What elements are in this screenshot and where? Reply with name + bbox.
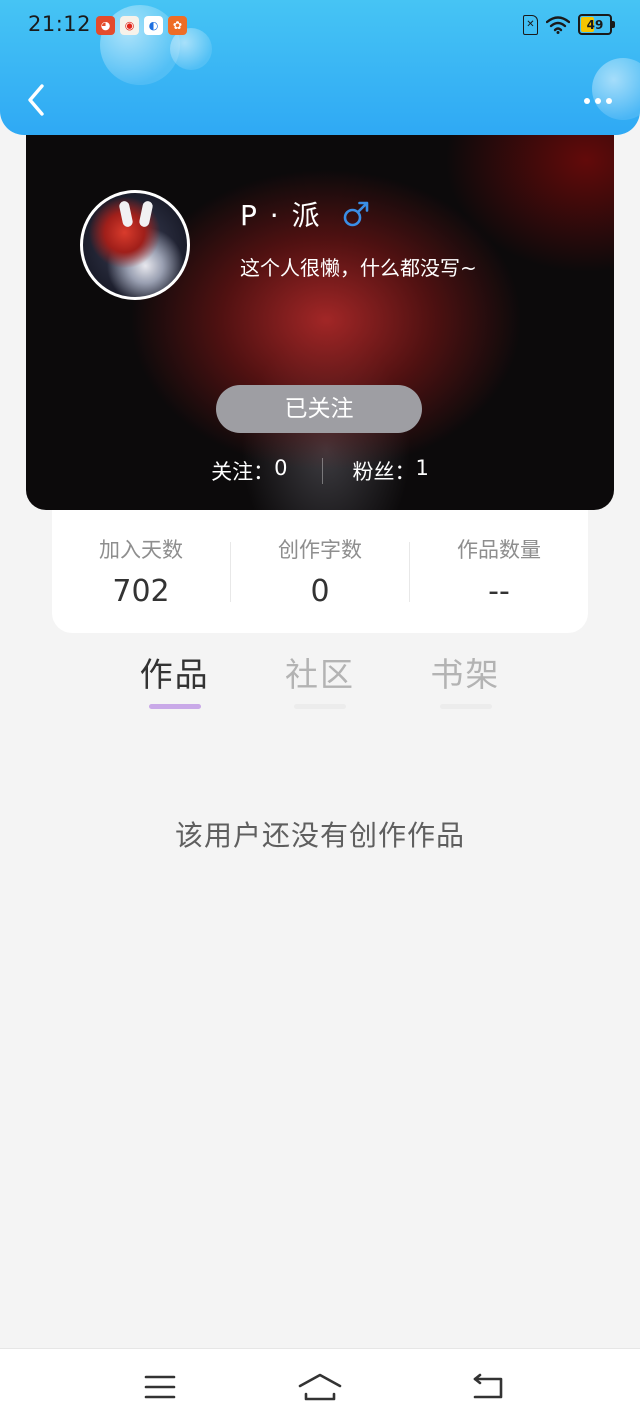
content-tabs: 作品 社区 书架 bbox=[102, 648, 538, 718]
more-dots-icon bbox=[606, 98, 612, 104]
stat-value: 702 bbox=[112, 574, 170, 609]
stat-works-count: 作品数量 -- bbox=[410, 534, 588, 609]
avatar[interactable] bbox=[80, 190, 190, 300]
more-dots-icon bbox=[595, 98, 601, 104]
tab-label: 社区 bbox=[284, 655, 355, 694]
more-dots-icon bbox=[584, 98, 590, 104]
app-notification-icon-2: ✿ bbox=[168, 16, 187, 35]
fans-label: 粉丝： bbox=[352, 460, 416, 484]
stat-value: -- bbox=[488, 574, 510, 609]
fans-count-link[interactable]: 粉丝： 1 bbox=[353, 456, 429, 486]
app-notification-icon: ◕ bbox=[96, 16, 115, 35]
stat-join-days: 加入天数 702 bbox=[52, 534, 230, 609]
stat-label: 创作字数 bbox=[278, 538, 362, 562]
weibo-icon: ◉ bbox=[120, 16, 139, 35]
stat-word-count: 创作字数 0 bbox=[231, 534, 409, 609]
system-back-button[interactable] bbox=[464, 1369, 512, 1405]
notification-icons: ◕ ◉ ◐ ✿ bbox=[96, 16, 187, 35]
tab-works[interactable]: 作品 bbox=[102, 648, 247, 718]
user-nickname: P · 派 bbox=[240, 199, 322, 232]
stats-divider bbox=[321, 458, 323, 484]
system-navigation-bar bbox=[0, 1348, 640, 1423]
stat-label: 加入天数 bbox=[99, 538, 183, 562]
back-button[interactable] bbox=[18, 82, 54, 118]
menu-icon bbox=[144, 1375, 176, 1399]
qq-browser-icon: ◐ bbox=[144, 16, 163, 35]
home-button[interactable] bbox=[296, 1369, 344, 1405]
follow-stats: 关注： 0 粉丝： 1 bbox=[26, 456, 614, 486]
no-sim-icon: ✕ bbox=[523, 14, 538, 35]
top-header: 21:12 ◕ ◉ ◐ ✿ ✕ 49 bbox=[0, 0, 640, 135]
avatar-ear bbox=[138, 200, 154, 228]
status-time: 21:12 bbox=[28, 12, 92, 36]
tab-bookshelf[interactable]: 书架 bbox=[393, 648, 538, 718]
nickname-row: P · 派 bbox=[240, 194, 370, 234]
tab-community[interactable]: 社区 bbox=[247, 648, 392, 718]
battery-icon: 49 bbox=[578, 14, 615, 35]
following-count-link[interactable]: 关注： 0 bbox=[211, 456, 287, 486]
profile-card: P · 派 这个人很懒，什么都没写~ 已关注 关注： 0 粉丝： 1 bbox=[26, 120, 614, 510]
battery-percent: 49 bbox=[586, 17, 604, 32]
user-signature: 这个人很懒，什么都没写~ bbox=[240, 256, 477, 280]
menu-button[interactable] bbox=[136, 1369, 184, 1405]
stat-value: 0 bbox=[310, 574, 330, 609]
empty-state-message: 该用户还没有创作作品 bbox=[174, 819, 465, 852]
wifi-icon bbox=[546, 15, 570, 34]
tab-label: 书架 bbox=[430, 655, 501, 694]
user-stats-card: 加入天数 702 创作字数 0 作品数量 -- bbox=[52, 510, 588, 633]
followed-button[interactable]: 已关注 bbox=[216, 385, 422, 433]
more-options-button[interactable] bbox=[578, 86, 618, 116]
fans-count: 1 bbox=[415, 456, 429, 480]
home-icon bbox=[298, 1373, 342, 1401]
avatar-ear bbox=[118, 200, 134, 228]
status-indicators: ✕ 49 bbox=[523, 14, 615, 35]
chevron-left-icon bbox=[28, 84, 44, 116]
tab-label: 作品 bbox=[139, 655, 210, 694]
male-icon bbox=[342, 200, 370, 228]
tab-indicator bbox=[294, 704, 347, 709]
following-count: 0 bbox=[274, 456, 288, 480]
tab-indicator bbox=[149, 704, 201, 709]
back-icon bbox=[473, 1373, 503, 1399]
following-label: 关注： bbox=[211, 460, 275, 484]
tab-indicator bbox=[439, 704, 492, 709]
stat-label: 作品数量 bbox=[457, 538, 541, 562]
